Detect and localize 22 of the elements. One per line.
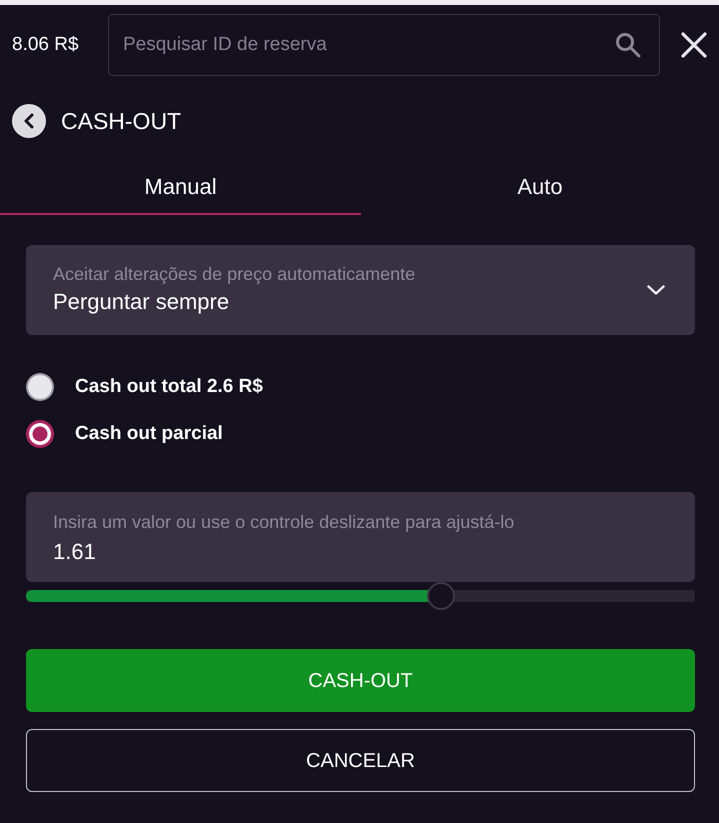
tab[interactable]: Auto	[361, 159, 719, 215]
chevron-down-icon	[647, 285, 665, 295]
tab[interactable]: Manual	[0, 159, 361, 215]
search-field[interactable]: Pesquisar ID de reserva	[108, 14, 660, 76]
radio-label: Cash out total 2.6 R$	[75, 374, 263, 399]
radio-button[interactable]	[26, 420, 54, 448]
radio-label: Cash out parcial	[75, 422, 223, 446]
cash-out-button[interactable]: CASH-OUT	[26, 649, 695, 712]
chevron-left-icon	[24, 113, 34, 129]
back-button[interactable]	[12, 104, 46, 138]
price-change-dropdown[interactable]: Aceitar alterações de preço automaticamente Perguntar sempre	[26, 245, 695, 335]
balance-amount: 8.06 R$	[12, 32, 80, 57]
close-button[interactable]	[680, 31, 708, 59]
close-icon	[681, 32, 707, 58]
dropdown-value: Perguntar sempre	[53, 288, 230, 316]
dropdown-label: Aceitar alterações de preço automaticamente	[53, 263, 416, 285]
cancel-button[interactable]: CANCELAR	[26, 729, 695, 792]
slider-thumb[interactable]	[426, 582, 455, 610]
field-label: Insira um valor ou use o controle deslizante para ajustá-lo	[53, 511, 514, 533]
search-icon[interactable]	[615, 32, 641, 58]
page-title: CASH-OUT	[61, 106, 182, 136]
radio-button[interactable]	[26, 373, 54, 401]
